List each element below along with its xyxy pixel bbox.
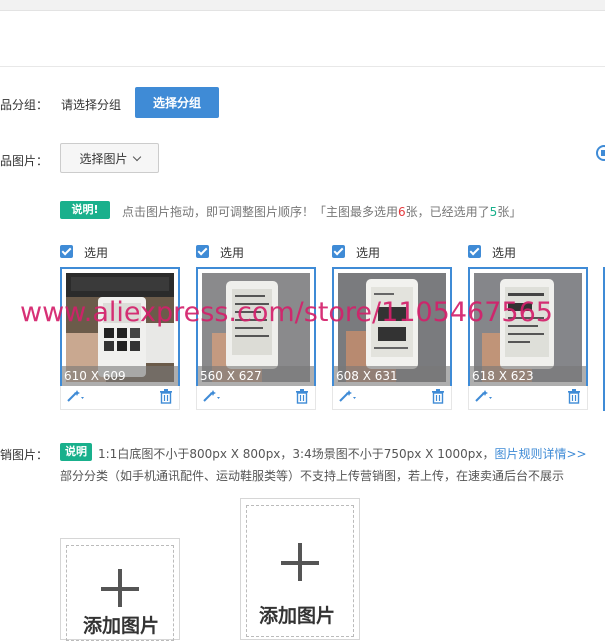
image-toolbar <box>60 386 180 410</box>
store-watermark: www.aliexpress.com/store/1105467565 <box>20 297 553 328</box>
checkbox-checked-icon[interactable] <box>196 245 209 258</box>
image-size-label: 618 X 623 <box>470 366 586 386</box>
image-toolbar <box>196 386 316 410</box>
image-size-label: 560 X 627 <box>198 366 314 386</box>
group-placeholder: 请选择分组 <box>61 98 122 112</box>
trash-icon[interactable] <box>295 389 309 404</box>
trash-icon[interactable] <box>159 389 173 404</box>
image-toolbar <box>332 386 452 410</box>
top-bar <box>0 0 605 10</box>
add-image-label: 添加图片 <box>259 605 336 627</box>
select-images-label: 选择图片 <box>79 151 128 166</box>
magic-wand-icon[interactable] <box>202 389 222 403</box>
marketing-note-badge: 说明 <box>60 443 92 461</box>
checkbox-label: 选用 <box>356 246 381 260</box>
checkbox-label: 选用 <box>492 246 517 260</box>
marketing-label: 销图片： <box>0 448 49 462</box>
checkbox-checked-icon[interactable] <box>332 245 345 258</box>
images-label: 品图片： <box>0 154 49 168</box>
marketing-note-line2: 部分分类（如手机通讯配件、运动鞋服类等）不支持上传营销图，若上传，在速卖通后台不… <box>60 469 565 483</box>
max-count: 6 <box>398 205 406 219</box>
select-group-button[interactable]: 选择分组 <box>135 87 219 118</box>
group-label: 品分组： <box>0 98 49 112</box>
checkbox-label: 选用 <box>84 246 109 260</box>
image-size-label: 608 X 631 <box>334 366 450 386</box>
magic-wand-icon[interactable] <box>338 389 358 403</box>
image-rules-link[interactable]: 图片规则详情>> <box>494 447 586 461</box>
trash-icon[interactable] <box>567 389 581 404</box>
add-image-label: 添加图片 <box>83 615 160 637</box>
add-image-1-1[interactable]: 添加图片 <box>60 538 180 641</box>
checkbox-label: 选用 <box>220 246 245 260</box>
select-images-button[interactable]: 选择图片 <box>60 143 159 173</box>
image-order-note: 点击图片拖动，即可调整图片顺序！「主图最多选用6张，已经选用了5张」 <box>122 205 522 219</box>
marketing-note-line1: 1:1白底图不小于800px X 800px，3:4场景图不小于750px X … <box>98 447 587 461</box>
chevron-down-icon <box>132 152 141 161</box>
trash-icon[interactable] <box>431 389 445 404</box>
image-size-label: 610 X 609 <box>62 366 178 386</box>
top-divider <box>0 10 605 11</box>
checkbox-checked-icon[interactable] <box>468 245 481 258</box>
magic-wand-icon[interactable] <box>474 389 494 403</box>
note-badge: 说明! <box>60 201 110 219</box>
add-image-3-4[interactable]: 添加图片 <box>240 498 360 640</box>
image-toolbar <box>468 386 588 410</box>
magic-wand-icon[interactable] <box>66 389 86 403</box>
section-divider <box>0 66 605 67</box>
checkbox-checked-icon[interactable] <box>60 245 73 258</box>
settings-icon[interactable] <box>595 145 605 161</box>
